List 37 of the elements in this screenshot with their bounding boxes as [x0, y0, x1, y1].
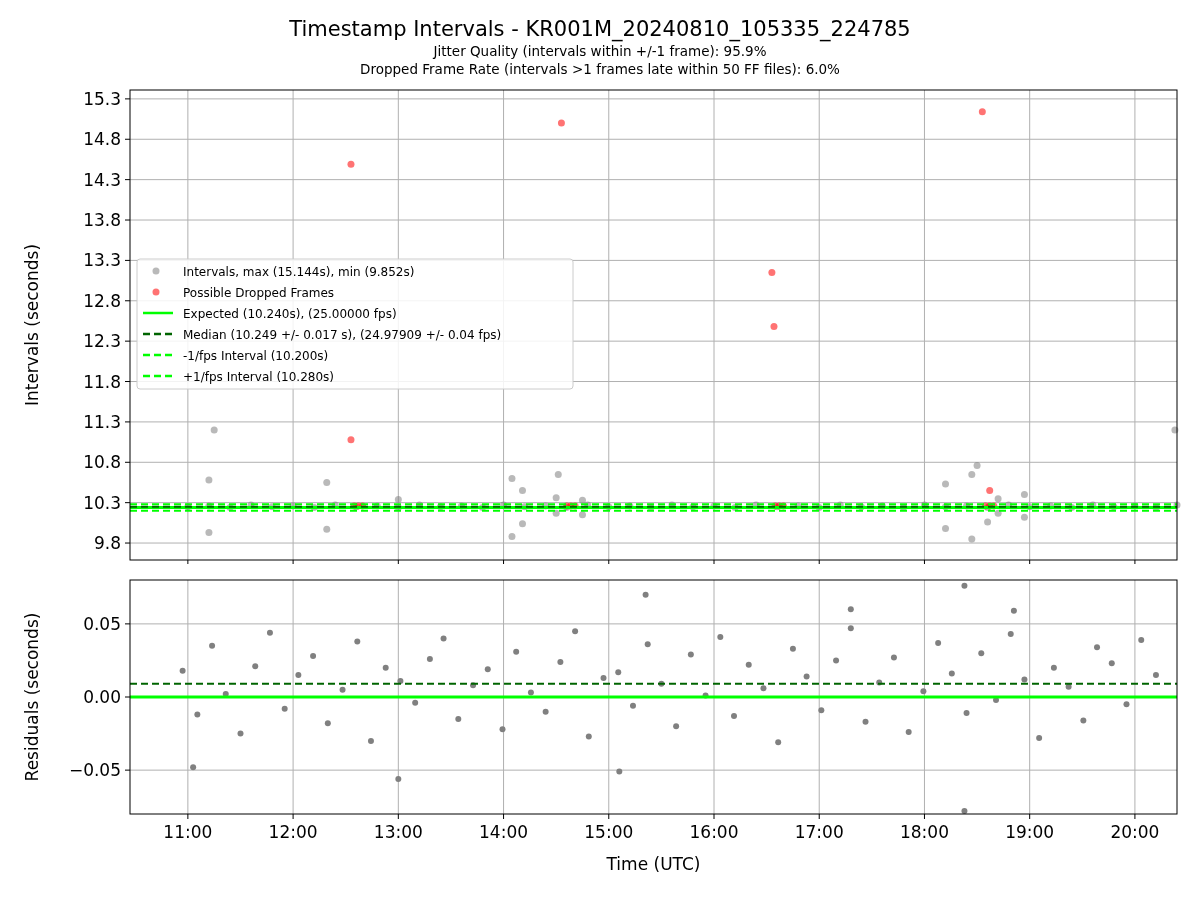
x-tick-label: 12:00	[268, 822, 318, 842]
x-tick-label: 20:00	[1110, 822, 1160, 842]
chart-title: Timestamp Intervals - KR001M_20240810_105335_224785	[289, 16, 911, 42]
y-tick-label: 14.3	[83, 169, 121, 190]
x-tick-label: 13:00	[373, 822, 423, 842]
x-tick-label: 18:00	[899, 822, 949, 842]
y-tick-label: 14.8	[83, 129, 121, 150]
y-tick-label: 12.3	[83, 331, 121, 352]
x-tick-label: 11:00	[163, 822, 213, 842]
y-tick-label: 10.8	[83, 452, 121, 473]
y-tick-label: −0.05	[68, 760, 121, 781]
x-tick-label: 15:00	[584, 822, 634, 842]
legend-label: Intervals, max (15.144s), min (9.852s)	[183, 265, 415, 279]
chart-subtitle: Dropped Frame Rate (intervals >1 frames late within 50 FF files): 6.0%	[360, 60, 840, 78]
y-tick-label: 12.8	[83, 290, 121, 311]
x-tick-label: 17:00	[794, 822, 844, 842]
legend-label: Median (10.249 +/- 0.017 s), (24.97909 +/- 0.04 fps)	[183, 328, 502, 342]
legend-label: -1/fps Interval (10.200s)	[183, 349, 329, 363]
legend-label: Possible Dropped Frames	[183, 286, 335, 300]
y-tick-label: 13.8	[83, 210, 121, 230]
y-axis-label: Intervals (seconds)	[22, 243, 42, 407]
y-tick-label: 9.8	[93, 533, 121, 554]
x-axis-label: Time (UTC)	[606, 854, 701, 874]
legend-label: Expected (10.240s), (25.00000 fps)	[183, 307, 397, 321]
y-tick-label: 0.00	[83, 687, 121, 707]
y-tick-label: 11.8	[83, 371, 121, 392]
chart-subtitle: Jitter Quality (intervals within +/-1 frame): 95.9%	[433, 42, 767, 60]
x-tick-label: 19:00	[1005, 822, 1055, 842]
x-tick-label: 14:00	[479, 822, 529, 842]
y-tick-label: 11.3	[83, 411, 121, 432]
y-tick-label: 13.3	[83, 250, 121, 271]
y-tick-label: 15.3	[83, 88, 121, 109]
y-axis-label: Residuals (seconds)	[22, 612, 42, 782]
legend-label: +1/fps Interval (10.280s)	[183, 370, 334, 384]
y-tick-label: 10.3	[83, 492, 121, 513]
x-tick-label: 16:00	[689, 822, 739, 842]
y-tick-label: 0.05	[83, 613, 121, 634]
